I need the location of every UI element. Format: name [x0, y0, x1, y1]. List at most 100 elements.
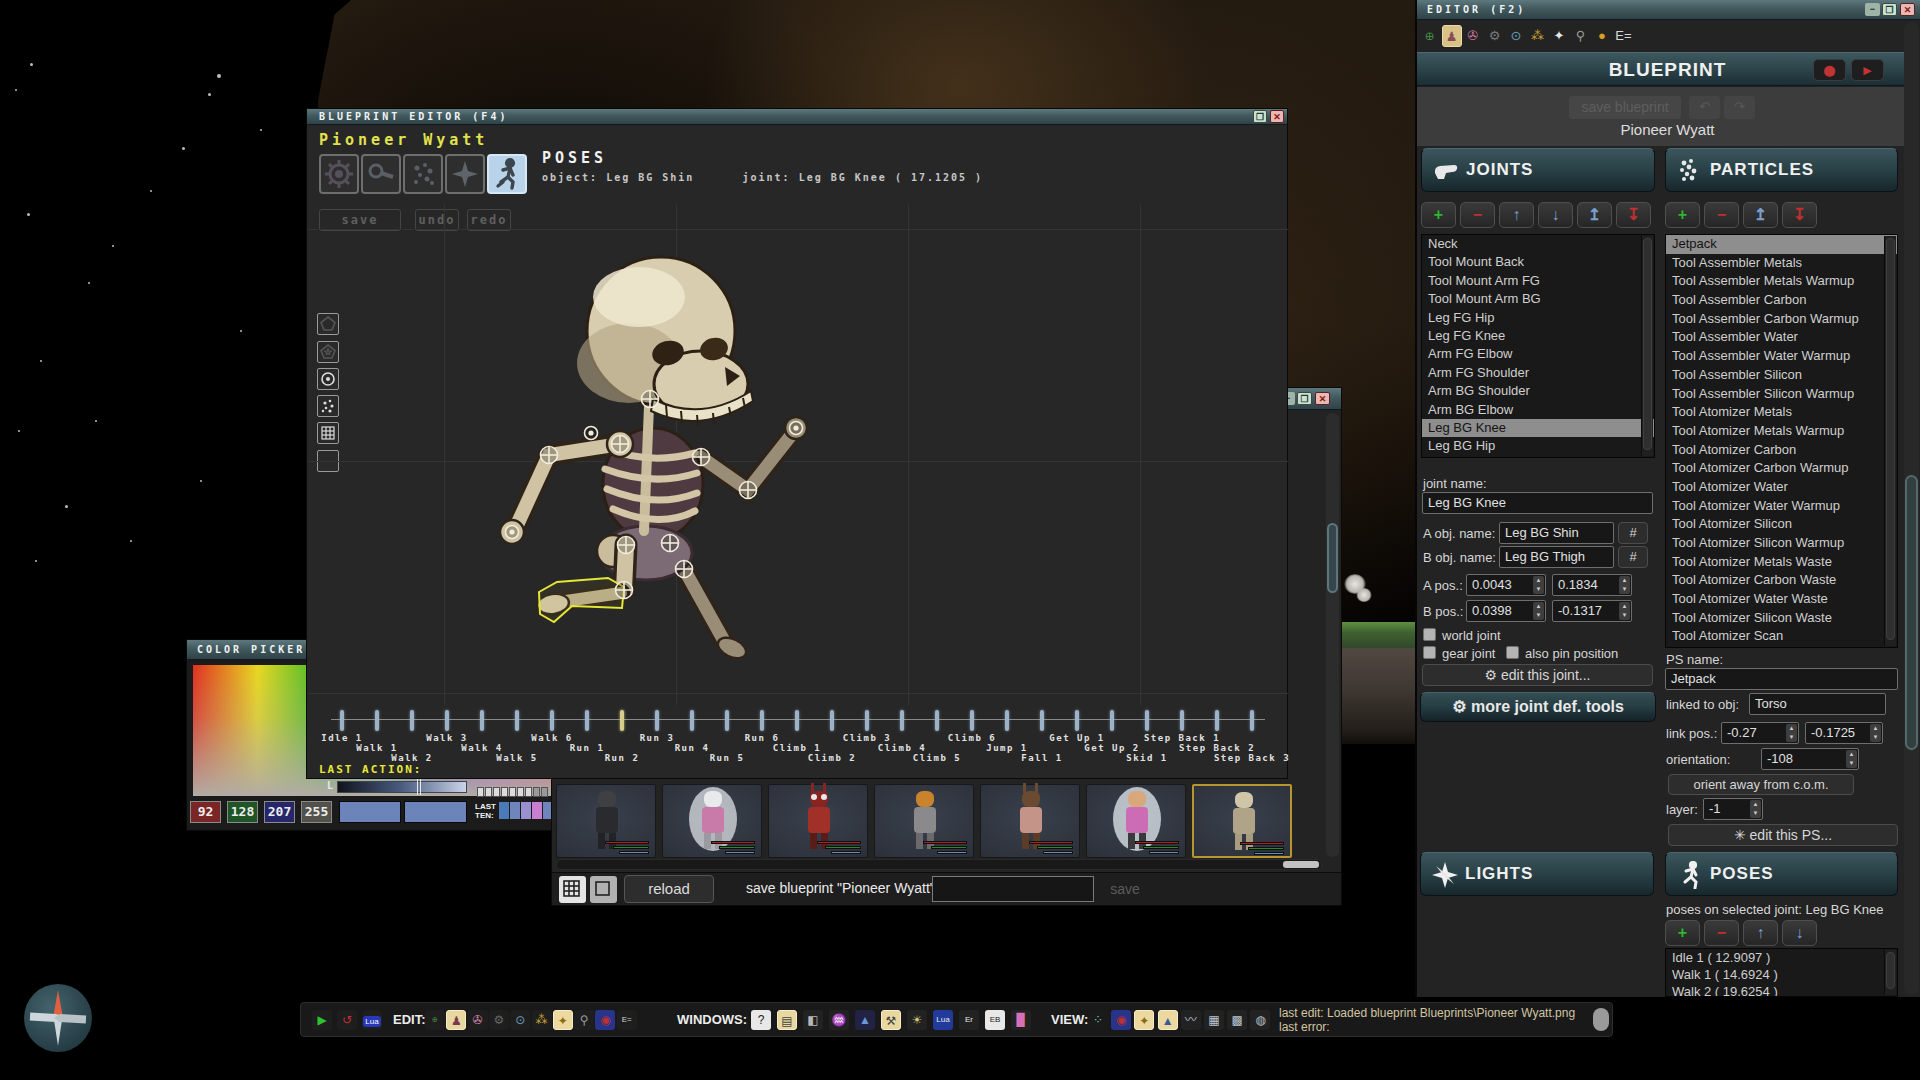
list-item[interactable]: Tool Assembler Metals Warmup	[1666, 272, 1897, 291]
timeline-tick[interactable]	[760, 710, 764, 731]
grid-icon[interactable]: ▦	[1204, 1010, 1224, 1030]
wave-icon[interactable]: ♒	[829, 1010, 849, 1030]
a-obj-input[interactable]: Leg BG Shin	[1499, 522, 1614, 544]
character-icon[interactable]: ♟	[446, 1010, 466, 1030]
timeline-tick[interactable]	[795, 710, 799, 731]
blueprint-thumbnail-armored-robot[interactable]	[556, 784, 656, 858]
particles-icon[interactable]: ⁂	[1528, 25, 1548, 47]
gear-icon[interactable]: ⚙	[1485, 25, 1505, 47]
joints-add-button[interactable]: +	[1421, 202, 1456, 228]
timeline-label[interactable]: Walk 6	[531, 733, 573, 743]
timeline-label[interactable]: Climb 4	[878, 743, 926, 753]
list-item[interactable]: Neck	[1422, 235, 1654, 253]
wagon-icon[interactable]: ✇	[468, 1010, 488, 1030]
list-item[interactable]: Leg BG Knee	[1422, 419, 1654, 437]
timeline-label[interactable]: Walk 4	[461, 743, 503, 753]
panel-scrollbar[interactable]	[1904, 22, 1919, 995]
close-icon[interactable]: ✕	[1900, 3, 1915, 16]
blue-value[interactable]: 207	[264, 801, 295, 823]
close-icon[interactable]: ✕	[1315, 392, 1330, 405]
more-joint-tools-button[interactable]: ⚙ more joint def. tools	[1420, 692, 1656, 722]
taskbar-scroll-handle[interactable]	[1593, 1008, 1609, 1031]
list-item[interactable]: Idle 1 ( 12.9097 )	[1666, 949, 1897, 966]
poses-list[interactable]: Idle 1 ( 12.9097 )Walk 1 ( 14.6924 )Walk…	[1665, 948, 1898, 997]
editor-icon[interactable]: ▤	[777, 1010, 797, 1030]
list-item[interactable]: Tool Mount Back	[1422, 253, 1654, 271]
timeline-tick[interactable]	[935, 710, 939, 731]
edit-ps-button[interactable]: ✳ edit this PS...	[1668, 824, 1898, 846]
timeline-label[interactable]: Step Back 1	[1144, 733, 1220, 743]
a-obj-pick-button[interactable]: #	[1618, 522, 1648, 544]
planet-icon[interactable]: 🜨	[425, 1010, 445, 1030]
list-item[interactable]: Leg BG Hip	[1422, 437, 1654, 455]
list-scrollbar[interactable]	[1884, 236, 1896, 646]
timeline-label[interactable]: Run 3	[640, 733, 675, 743]
joints-bottom-button[interactable]: ↧	[1616, 202, 1651, 228]
scrollbar-thumb[interactable]	[1886, 952, 1895, 989]
joints-top-button[interactable]: ↥	[1577, 202, 1612, 228]
timeline-label[interactable]: Climb 5	[913, 753, 961, 763]
particles-rem-button[interactable]: −	[1704, 202, 1739, 228]
save-blueprint-button[interactable]: save blueprint	[1569, 96, 1681, 119]
help-icon[interactable]: ?	[751, 1010, 771, 1030]
gray-swatch[interactable]	[501, 787, 508, 797]
list-item[interactable]: Tool Atomizer Metals Warmup	[1666, 422, 1897, 441]
gray-swatch[interactable]	[525, 787, 532, 797]
timeline-tick[interactable]	[480, 710, 484, 731]
emc2-icon[interactable]: E=	[617, 1010, 637, 1030]
world-joint-checkbox[interactable]	[1423, 628, 1436, 641]
b-pos-y-spinner[interactable]: -0.1317▲▼	[1552, 600, 1632, 622]
timeline-label[interactable]: Get Up 2	[1084, 743, 1139, 753]
list-item[interactable]: Arm FG Shoulder	[1422, 364, 1654, 382]
b-obj-input[interactable]: Leg BG Thigh	[1499, 546, 1614, 568]
swirl-icon[interactable]: 〰	[1181, 1010, 1201, 1030]
joint-icon[interactable]: ⊙	[510, 1010, 530, 1030]
lights-section-header[interactable]: LIGHTS	[1420, 852, 1654, 896]
timeline-tick[interactable]	[340, 710, 344, 731]
orientation-spinner[interactable]: -108▲▼	[1761, 748, 1859, 770]
gray-swatch[interactable]	[517, 787, 524, 797]
timeline-label[interactable]: Walk 1	[356, 743, 398, 753]
timeline-label[interactable]: Walk 3	[426, 733, 468, 743]
save-button[interactable]: save	[1102, 877, 1148, 901]
ps-name-input[interactable]: Jetpack	[1665, 668, 1898, 690]
list-item[interactable]: Tool Assembler Carbon Warmup	[1666, 310, 1897, 329]
poses-add-button[interactable]: +	[1665, 920, 1700, 946]
timeline-label[interactable]: Climb 6	[948, 733, 996, 743]
list-item[interactable]: Tool Atomizer Silicon	[1666, 515, 1897, 534]
grid-view-button[interactable]	[559, 876, 586, 903]
list-item[interactable]: Tool Atomizer Water Warmup	[1666, 497, 1897, 516]
joints-down-button[interactable]: ↓	[1538, 202, 1573, 228]
poses-rem-button[interactable]: −	[1704, 920, 1739, 946]
densegrid-icon[interactable]: ▩	[1227, 1010, 1247, 1030]
alpha-value[interactable]: 255	[301, 801, 332, 823]
timeline-label[interactable]: Fall 1	[1021, 753, 1063, 763]
recent-color-swatch[interactable]	[532, 802, 542, 819]
timeline-label[interactable]: Walk 2	[391, 753, 433, 763]
edit-joint-button[interactable]: ⚙ edit this joint...	[1422, 664, 1653, 686]
poses-down-button[interactable]: ↓	[1782, 920, 1817, 946]
redo-button[interactable]: ↷	[1724, 96, 1755, 119]
particles-list[interactable]: JetpackTool Assembler MetalsTool Assembl…	[1665, 234, 1898, 648]
list-item[interactable]: Tool Assembler Carbon	[1666, 291, 1897, 310]
orb-icon[interactable]: ◉	[1111, 1010, 1131, 1030]
layer-spinner[interactable]: -1▲▼	[1703, 798, 1763, 820]
light-icon[interactable]: ✦	[1134, 1010, 1154, 1030]
timeline-tick[interactable]	[1040, 710, 1044, 731]
record-button[interactable]: ⬤	[1813, 59, 1846, 81]
timeline-tick[interactable]	[970, 710, 974, 731]
planet-icon[interactable]: 🜨	[1420, 25, 1440, 47]
list-item[interactable]: Tool Assembler Silicon	[1666, 366, 1897, 385]
eb-icon[interactable]: EB	[985, 1010, 1005, 1030]
list-item[interactable]: Tool Mount Arm BG	[1422, 290, 1654, 308]
list-item[interactable]: Arm BG Shoulder	[1422, 382, 1654, 400]
joints-section-header[interactable]: JOINTS	[1421, 148, 1655, 192]
timeline-label[interactable]: Run 2	[605, 753, 640, 763]
timeline-tick[interactable]	[620, 710, 624, 731]
list-item[interactable]: Arm BG Elbow	[1422, 401, 1654, 419]
gray-swatch[interactable]	[533, 787, 540, 797]
figures-icon[interactable]: ⚒	[881, 1010, 901, 1030]
recent-color-swatch[interactable]	[521, 802, 531, 819]
gray-swatch[interactable]	[509, 787, 516, 797]
list-scrollbar[interactable]	[1641, 236, 1653, 456]
